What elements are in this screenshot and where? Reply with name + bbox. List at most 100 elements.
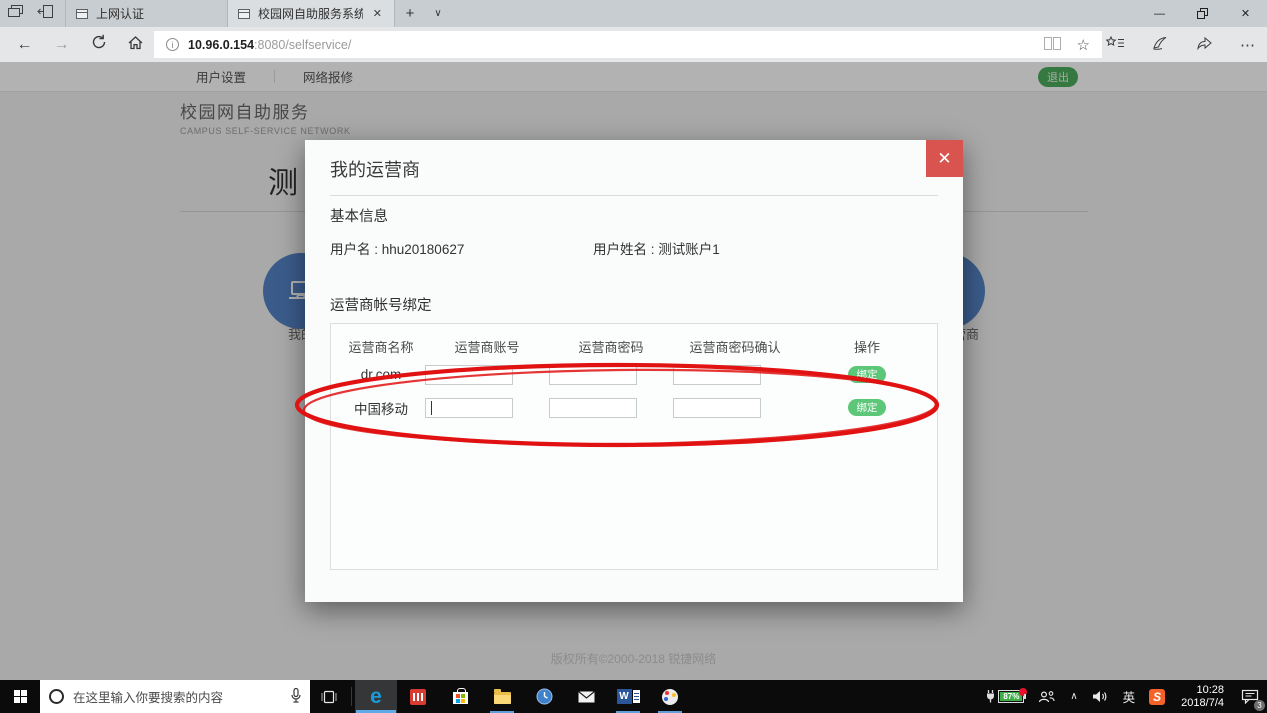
taskbar-search-box[interactable]: 在这里输入你要搜索的内容 xyxy=(40,680,310,713)
reading-view-icon xyxy=(1043,36,1061,53)
url-field[interactable]: i 10.96.0.154:8080/selfservice/ ☆ xyxy=(154,31,1102,58)
word-icon: W xyxy=(616,689,640,704)
restore-button[interactable] xyxy=(1181,0,1224,27)
taskbar: 在这里输入你要搜索的内容 e W 87% ∧ 英 S 10:28 2018/7/… xyxy=(0,680,1267,713)
system-tray: 87% ∧ 英 S 10:28 2018/7/4 3 xyxy=(979,680,1267,713)
paint-icon xyxy=(662,688,678,705)
windows-logo-icon xyxy=(13,690,27,703)
hidden-icons-chevron[interactable]: ∧ xyxy=(1063,691,1084,702)
col-operator-account: 运营商账号 xyxy=(454,339,520,355)
tab-close-icon[interactable]: ✕ xyxy=(371,5,384,22)
taskbar-explorer-button[interactable] xyxy=(481,680,523,713)
taskbar-store-button[interactable] xyxy=(439,680,481,713)
window-controls: — ✕ xyxy=(1138,0,1267,27)
volume-icon[interactable] xyxy=(1085,690,1116,703)
taskbar-mail-button[interactable] xyxy=(565,680,607,713)
table-row: 中国移动 绑定 xyxy=(337,391,937,424)
basic-info-heading: 基本信息 xyxy=(330,209,388,225)
microphone-icon[interactable] xyxy=(291,687,301,706)
clock-time: 10:28 xyxy=(1196,683,1224,696)
people-icon[interactable] xyxy=(1031,690,1063,704)
text-caret xyxy=(431,400,432,415)
page-content: 用户设置 网络报修 退出 校园网自助服务 CAMPUS SELF-SERVICE… xyxy=(0,62,1267,680)
minimize-button[interactable]: — xyxy=(1138,0,1181,27)
back-icon[interactable]: ← xyxy=(6,36,43,54)
hub-favorites-icon[interactable] xyxy=(1105,35,1125,54)
taskbar-clock[interactable]: 10:28 2018/7/4 xyxy=(1172,684,1233,710)
edge-icon: e xyxy=(370,685,382,708)
dialog-close-button[interactable]: ✕ xyxy=(926,140,963,177)
password-input-cmcc[interactable] xyxy=(549,397,637,418)
annotate-pen-icon[interactable] xyxy=(1152,36,1169,54)
ime-indicator[interactable]: 英 xyxy=(1116,687,1143,706)
browser-addressbar: ← → i 10.96.0.154:8080/selfservice/ ☆ ⋯ xyxy=(0,27,1267,62)
tab-menu-chevron-icon[interactable]: ∨ xyxy=(425,0,451,27)
table-row: dr.com 绑定 xyxy=(337,358,937,391)
bind-button-cmcc[interactable]: 绑定 xyxy=(848,399,886,416)
search-placeholder-text: 在这里输入你要搜索的内容 xyxy=(73,691,224,705)
fullname-text: 用户姓名 : 测试账户1 xyxy=(593,242,720,257)
url-text: 10.96.0.154:8080/selfservice/ xyxy=(188,38,351,52)
taskbar-red-app-button[interactable] xyxy=(397,680,439,713)
password-confirm-input-cmcc[interactable] xyxy=(673,397,761,418)
taskbar-edge-button[interactable]: e xyxy=(355,680,397,713)
new-tab-button[interactable]: + xyxy=(395,0,425,27)
page-favicon xyxy=(76,8,88,19)
taskbar-word-button[interactable]: W xyxy=(607,680,649,713)
page-favicon xyxy=(238,8,250,19)
red-app-icon xyxy=(410,688,426,705)
start-button[interactable] xyxy=(0,680,40,713)
sogou-icon: S xyxy=(1149,688,1166,705)
folder-icon xyxy=(493,688,511,704)
notification-badge: 3 xyxy=(1254,700,1265,711)
battery-icon: 87% xyxy=(998,688,1028,703)
username-text: 用户名 : hhu20180627 xyxy=(330,242,465,257)
operator-name: 中国移动 xyxy=(354,401,408,417)
task-view-button[interactable] xyxy=(310,680,348,713)
close-window-button[interactable]: ✕ xyxy=(1224,0,1267,27)
col-action: 操作 xyxy=(853,339,880,355)
tab-preview-icon[interactable] xyxy=(8,4,23,23)
operator-bind-heading: 运营商帐号绑定 xyxy=(330,298,432,314)
site-info-icon[interactable]: i xyxy=(166,38,179,51)
mail-icon xyxy=(577,690,595,702)
url-host: 10.96.0.154 xyxy=(188,37,255,52)
action-center-button[interactable]: 3 xyxy=(1233,680,1267,713)
clock-date: 2018/7/4 xyxy=(1181,696,1224,709)
my-operator-dialog: ✕ 我的运营商 基本信息 用户名 : hhu20180627 用户姓名 : 测试… xyxy=(305,140,963,602)
store-icon xyxy=(452,688,468,704)
password-input-drcom[interactable] xyxy=(549,364,637,385)
screen: 上网认证 校园网自助服务系统 ✕ + ∨ — ✕ ← → i 10.96.0.1… xyxy=(0,0,1267,713)
dialog-title: 我的运营商 xyxy=(330,160,420,180)
bind-button-drcom[interactable]: 绑定 xyxy=(848,366,886,383)
account-input-drcom[interactable] xyxy=(425,364,513,385)
sogou-tray-button[interactable]: S xyxy=(1142,688,1172,705)
set-aside-tabs-icon[interactable] xyxy=(37,4,53,23)
taskbar-clock-app-button[interactable] xyxy=(523,680,565,713)
dialog-title-divider xyxy=(330,195,938,196)
account-input-cmcc[interactable] xyxy=(425,397,513,418)
home-icon[interactable] xyxy=(117,35,154,55)
share-icon[interactable] xyxy=(1196,36,1213,54)
operator-name: dr.com xyxy=(360,367,402,382)
more-options-icon[interactable]: ⋯ xyxy=(1240,36,1255,54)
clock-icon xyxy=(536,688,552,705)
tab-label: 校园网自助服务系统 xyxy=(258,7,363,21)
tab-label: 上网认证 xyxy=(96,7,145,21)
col-operator-password-confirm: 运营商密码确认 xyxy=(689,339,781,355)
col-operator-name: 运营商名称 xyxy=(348,339,414,355)
taskbar-paint-button[interactable] xyxy=(649,680,691,713)
table-header-row: 运营商名称 运营商账号 运营商密码 运营商密码确认 操作 xyxy=(337,334,937,358)
url-path: :8080/selfservice/ xyxy=(254,37,352,52)
forward-icon: → xyxy=(53,35,70,53)
battery-indicator[interactable]: 87% xyxy=(979,688,1031,703)
cortana-icon xyxy=(49,689,64,704)
tab-selfservice[interactable]: 校园网自助服务系统 ✕ xyxy=(227,0,395,27)
battery-alert-dot xyxy=(1019,688,1028,696)
col-operator-password: 运营商密码 xyxy=(578,339,644,355)
tab-auth[interactable]: 上网认证 xyxy=(65,0,227,27)
plug-icon xyxy=(987,690,995,703)
password-confirm-input-drcom[interactable] xyxy=(673,364,761,385)
refresh-icon[interactable] xyxy=(80,34,117,55)
favorite-star-icon[interactable]: ☆ xyxy=(1077,36,1090,54)
